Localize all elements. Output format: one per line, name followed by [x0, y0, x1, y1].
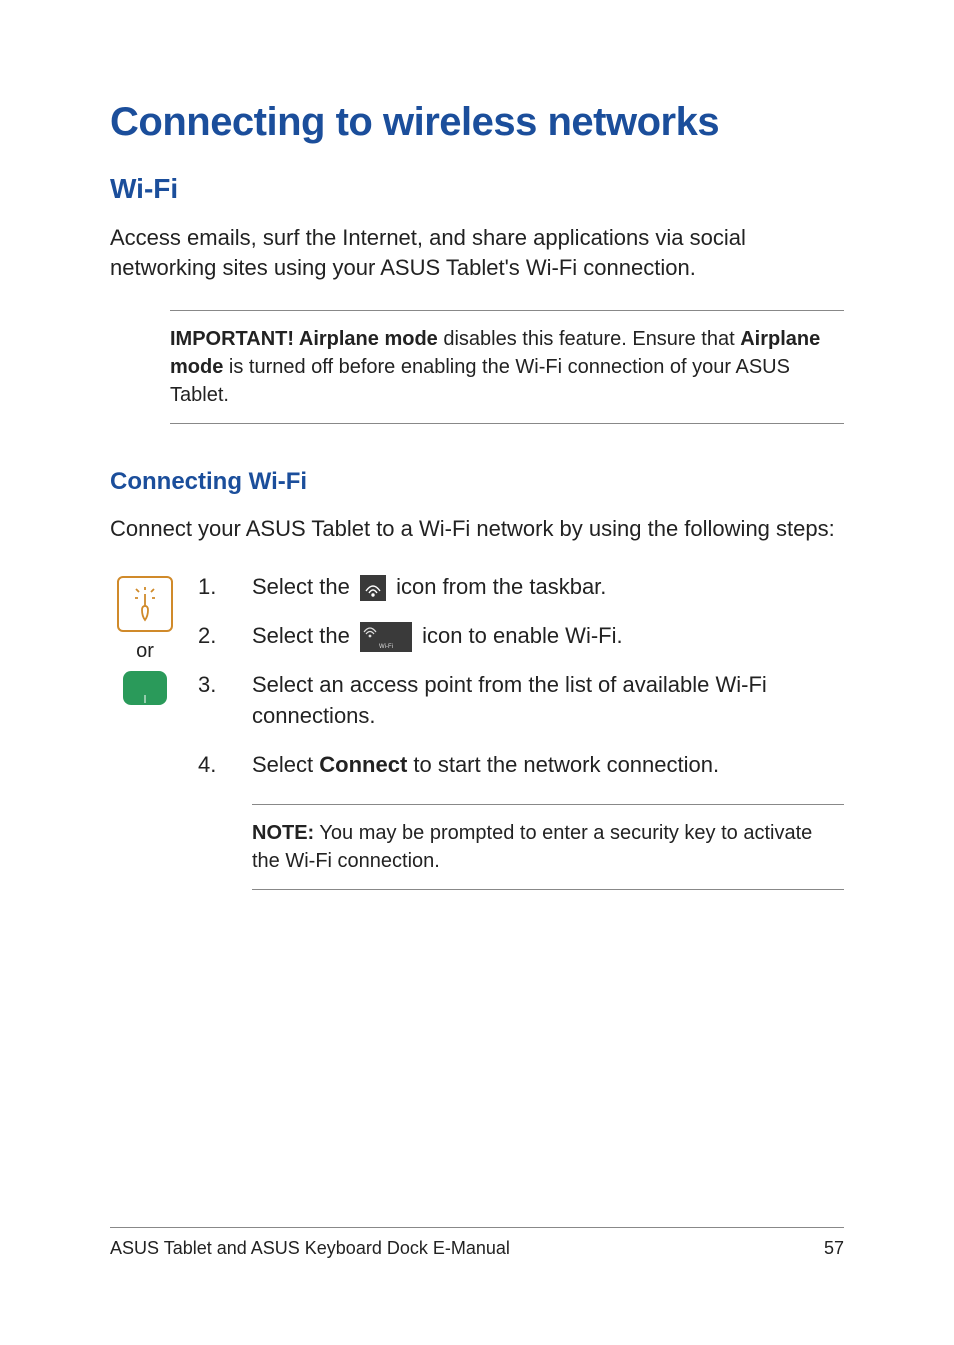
- step-4-number: 4.: [198, 750, 222, 781]
- steps-block: or 1. Select the: [110, 572, 844, 908]
- step-4-strong: Connect: [319, 752, 407, 777]
- page-footer: ASUS Tablet and ASUS Keyboard Dock E-Man…: [110, 1227, 844, 1259]
- wifi-tile-label: Wi-Fi: [379, 643, 393, 651]
- step-2-text-a: Select the: [252, 623, 356, 648]
- step-4-text-b: to start the network connection.: [407, 752, 719, 777]
- page-title: Connecting to wireless networks: [110, 100, 844, 145]
- steps-list-column: 1. Select the ic: [198, 572, 844, 908]
- important-strong-1: Airplane mode: [299, 328, 438, 350]
- important-label: IMPORTANT!: [170, 328, 299, 350]
- touchpad-icon: [123, 671, 167, 705]
- step-1: 1. Select the ic: [198, 572, 844, 603]
- step-4: 4. Select Connect to start the network c…: [198, 750, 844, 891]
- touch-gesture-icon: [117, 576, 173, 632]
- important-after: is turned off before enabling the Wi-Fi …: [170, 356, 790, 406]
- intro-paragraph: Access emails, surf the Internet, and sh…: [110, 223, 844, 282]
- note-callout: NOTE: You may be prompted to enter a sec…: [252, 804, 844, 890]
- taskbar-network-icon: [360, 575, 386, 601]
- footer-title: ASUS Tablet and ASUS Keyboard Dock E-Man…: [110, 1238, 510, 1259]
- step-2-number: 2.: [198, 621, 222, 652]
- footer-page-number: 57: [824, 1238, 844, 1259]
- section-heading-wifi: Wi-Fi: [110, 173, 844, 205]
- step-4-text-a: Select: [252, 752, 319, 777]
- note-label: NOTE:: [252, 822, 314, 844]
- important-mid: disables this feature. Ensure that: [438, 328, 740, 350]
- note-text: You may be prompted to enter a security …: [252, 822, 812, 872]
- step-3-number: 3.: [198, 670, 222, 701]
- step-1-text-b: icon from the taskbar.: [396, 574, 606, 599]
- or-label: or: [136, 640, 154, 663]
- wifi-tile-icon: Wi-Fi: [360, 622, 412, 652]
- important-callout: IMPORTANT! Airplane mode disables this f…: [170, 310, 844, 424]
- steps-list: 1. Select the ic: [198, 572, 844, 890]
- step-1-number: 1.: [198, 572, 222, 603]
- step-3-text: Select an access point from the list of …: [252, 670, 844, 732]
- step-2: 2. Select the Wi-Fi: [198, 621, 844, 652]
- subsection-heading-connecting: Connecting Wi-Fi: [110, 468, 844, 496]
- step-3: 3. Select an access point from the list …: [198, 670, 844, 732]
- step-2-text-b: icon to enable Wi-Fi.: [422, 623, 623, 648]
- input-method-column: or: [110, 572, 180, 908]
- lead-paragraph: Connect your ASUS Tablet to a Wi-Fi netw…: [110, 514, 844, 544]
- step-1-text-a: Select the: [252, 574, 356, 599]
